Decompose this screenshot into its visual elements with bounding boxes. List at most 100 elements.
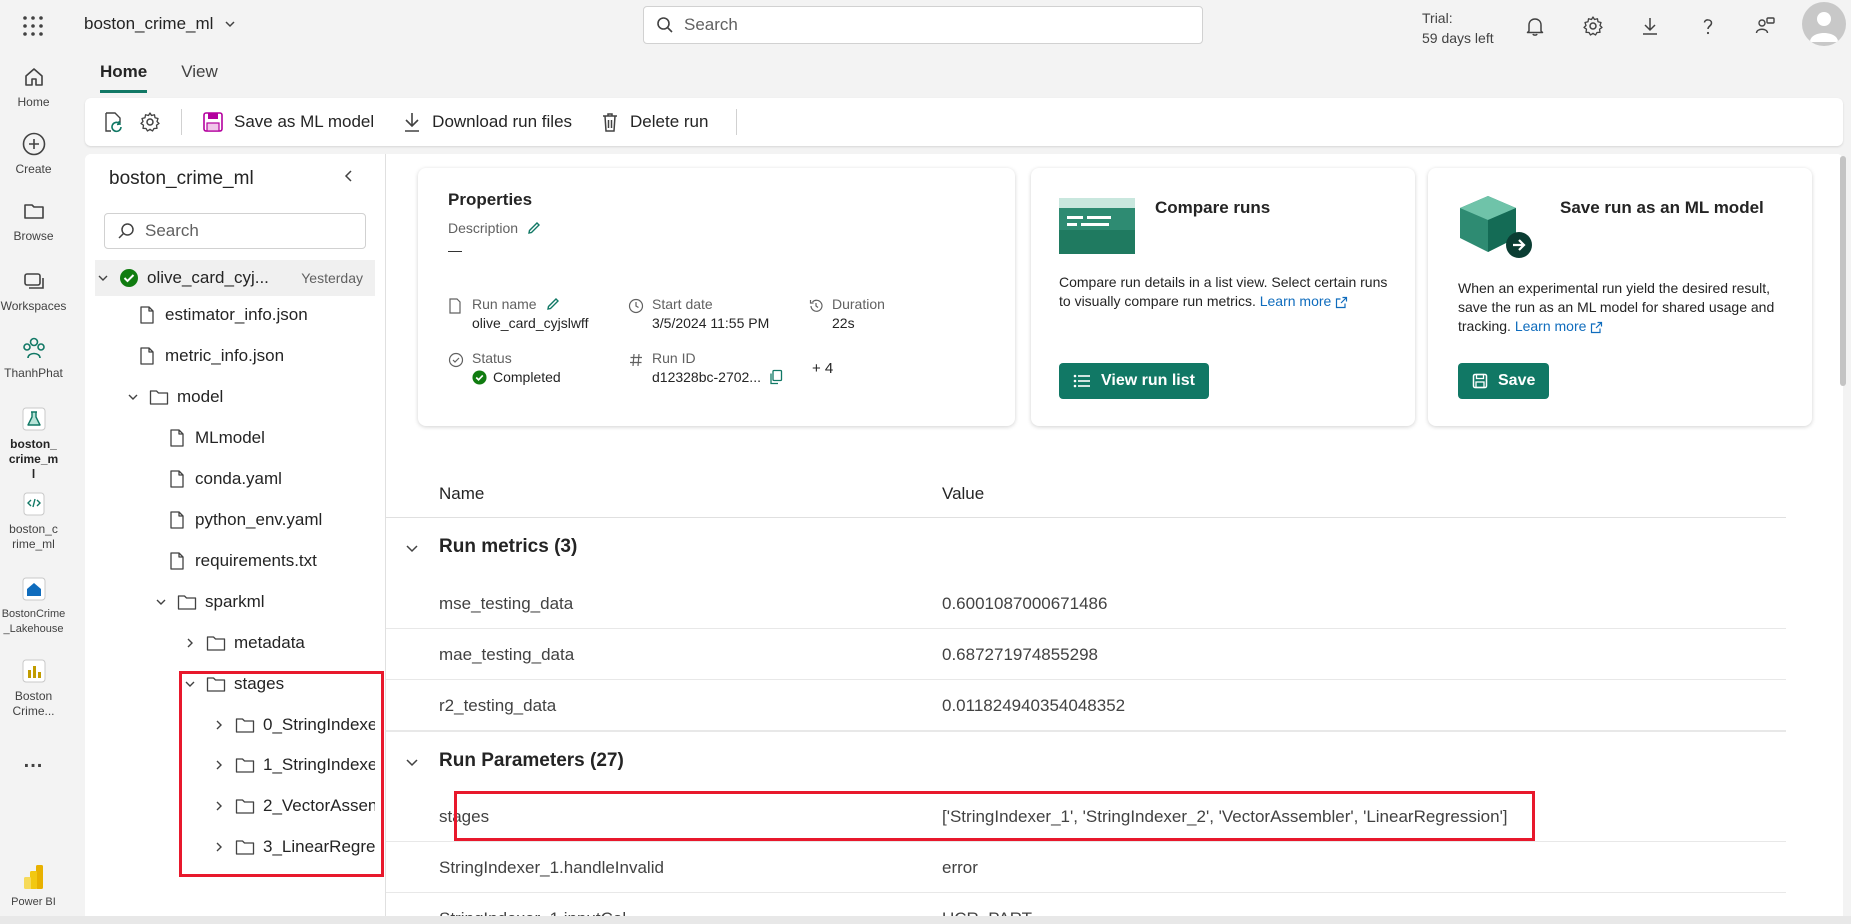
save-disk-icon <box>202 111 224 133</box>
tree-item-label: metric_info.json <box>165 346 285 365</box>
toolbar-divider <box>736 109 738 135</box>
status-label: Status <box>472 350 512 366</box>
explorer-title: boston_crime_ml <box>109 168 254 189</box>
tree-folder-item[interactable]: model <box>95 379 375 415</box>
download-run-files-button[interactable]: Download run files <box>402 111 572 133</box>
list-icon <box>1073 373 1091 389</box>
copy-icon[interactable] <box>769 369 783 385</box>
notifications-bell-icon[interactable] <box>1521 12 1549 40</box>
feedback-people-icon[interactable] <box>1751 12 1779 40</box>
file-icon <box>167 469 187 489</box>
table-row[interactable]: mse_testing_data 0.6001087000671486 <box>386 578 1786 629</box>
rail-workspaces[interactable]: Workspaces <box>0 268 67 314</box>
save-run-title: Save run as an ML model <box>1560 198 1764 217</box>
bottom-edge <box>0 916 1851 924</box>
compare-runs-description: Compare run details in a list view. Sele… <box>1059 273 1389 311</box>
tree-file-item[interactable]: estimator_info.json <box>95 297 375 333</box>
tree-folder-item[interactable]: metadata <box>95 625 375 661</box>
rail-powerbi[interactable]: Power BI <box>0 864 67 910</box>
delete-run-button[interactable]: Delete run <box>600 111 708 133</box>
param-value: error <box>942 857 978 877</box>
gear-icon <box>139 111 161 133</box>
refresh-document-icon <box>101 110 125 134</box>
rail-label: Browse <box>13 229 54 243</box>
table-row[interactable]: StringIndexer_1.handleInvalid error <box>386 842 1786 893</box>
table-row[interactable]: StringIndexer_1.inputCol UCR_PART <box>386 893 1786 917</box>
chevron-down-icon[interactable] <box>153 594 169 610</box>
tree-file-item[interactable]: requirements.txt <box>95 543 375 579</box>
save-button[interactable]: Save <box>1458 363 1550 399</box>
workspace-item-switcher[interactable]: boston_crime_ml <box>84 14 237 34</box>
rail-create[interactable]: Create <box>0 131 67 177</box>
view-run-list-button[interactable]: View run list <box>1059 363 1209 399</box>
run-parameters-group[interactable]: Run Parameters (27) <box>386 731 1786 791</box>
global-search-input[interactable]: Search <box>643 6 1203 44</box>
compare-runs-card: Compare runs Compare run details in a li… <box>1031 168 1415 426</box>
powerbi-icon <box>21 864 47 890</box>
tab-view[interactable]: View <box>181 62 218 93</box>
tree-file-item[interactable]: python_env.yaml <box>95 502 375 538</box>
rail-notebook[interactable]: boston_crime_ml <box>0 491 67 552</box>
user-avatar[interactable] <box>1802 2 1846 46</box>
run-metrics-group[interactable]: Run metrics (3) <box>386 518 1786 578</box>
save-run-description: When an experimental run yield the desir… <box>1458 279 1788 336</box>
settings-gear-icon[interactable] <box>1579 12 1607 40</box>
save-as-ml-model-button[interactable]: Save as ML model <box>202 111 374 133</box>
tree-file-item[interactable]: conda.yaml <box>95 461 375 497</box>
rail-browse[interactable]: Browse <box>0 198 67 244</box>
tree-folder-item[interactable]: sparkml <box>95 584 375 620</box>
view-run-list-label: View run list <box>1101 372 1195 389</box>
app-launcher-icon[interactable] <box>21 14 45 38</box>
table-row[interactable]: mae_testing_data 0.687271974855298 <box>386 629 1786 680</box>
help-icon[interactable] <box>1694 12 1722 40</box>
report-icon <box>21 658 47 684</box>
delete-run-label: Delete run <box>630 112 709 131</box>
tree-file-item[interactable]: metric_info.json <box>95 338 375 374</box>
start-date-label: Start date <box>652 296 713 312</box>
edit-pencil-icon[interactable] <box>526 220 542 236</box>
rail-lakehouse[interactable]: BostonCrime_Lakehouse <box>0 576 67 637</box>
edit-pencil-icon[interactable] <box>545 296 561 312</box>
history-icon <box>808 298 824 314</box>
clock-icon <box>628 298 644 314</box>
rail-experiment[interactable]: boston_crime_ml <box>0 406 67 482</box>
rail-home[interactable]: Home <box>0 64 67 110</box>
file-icon <box>167 551 187 571</box>
metric-name: r2_testing_data <box>439 695 557 715</box>
rail-label: BostonCrime_Lakehouse <box>1 608 66 635</box>
vertical-scrollbar[interactable] <box>1840 156 1846 386</box>
success-check-icon <box>472 369 487 385</box>
tree-run-item[interactable]: olive_card_cyj... Yesterday <box>95 260 375 296</box>
file-icon <box>167 428 187 448</box>
compare-runs-learn-more-link[interactable]: Learn more <box>1260 293 1348 309</box>
settings-button[interactable] <box>139 111 161 133</box>
tab-home[interactable]: Home <box>100 62 148 93</box>
search-icon <box>117 222 135 240</box>
chevron-right-icon[interactable] <box>182 635 198 651</box>
refresh-button[interactable] <box>101 110 125 134</box>
external-link-icon <box>1335 296 1348 309</box>
status-value: Completed <box>493 369 561 385</box>
rail-more[interactable]: ... <box>0 751 67 771</box>
column-header-name: Name <box>439 484 485 503</box>
save-run-learn-more-link[interactable]: Learn more <box>1515 318 1603 334</box>
highlight-box-stages-folder <box>179 671 384 877</box>
search-icon <box>656 16 674 34</box>
tree-file-item[interactable]: MLmodel <box>95 420 375 456</box>
explorer-search-input[interactable]: Search <box>104 213 366 249</box>
chevron-down-icon[interactable] <box>125 389 141 405</box>
download-icon[interactable] <box>1636 12 1664 40</box>
compare-runs-illustration <box>1059 198 1135 254</box>
trial-status[interactable]: Trial: 59 days left <box>1422 8 1494 48</box>
save-as-ml-model-label: Save as ML model <box>234 112 375 131</box>
file-icon <box>167 510 187 530</box>
rail-label: Power BI <box>11 896 56 908</box>
run-name-label: Run name <box>472 296 537 312</box>
run-name-value: olive_card_cyjslwff <box>472 315 589 331</box>
collapse-pane-chevron-left-icon[interactable] <box>341 168 357 184</box>
rail-label: Create <box>15 162 52 176</box>
table-row[interactable]: r2_testing_data 0.011824940354048352 <box>386 680 1786 731</box>
rail-report[interactable]: Boston Crime... <box>0 658 67 719</box>
more-properties-button[interactable]: + 4 <box>812 360 833 377</box>
rail-workspace-thanhphat[interactable]: ThanhPhat <box>0 335 67 381</box>
